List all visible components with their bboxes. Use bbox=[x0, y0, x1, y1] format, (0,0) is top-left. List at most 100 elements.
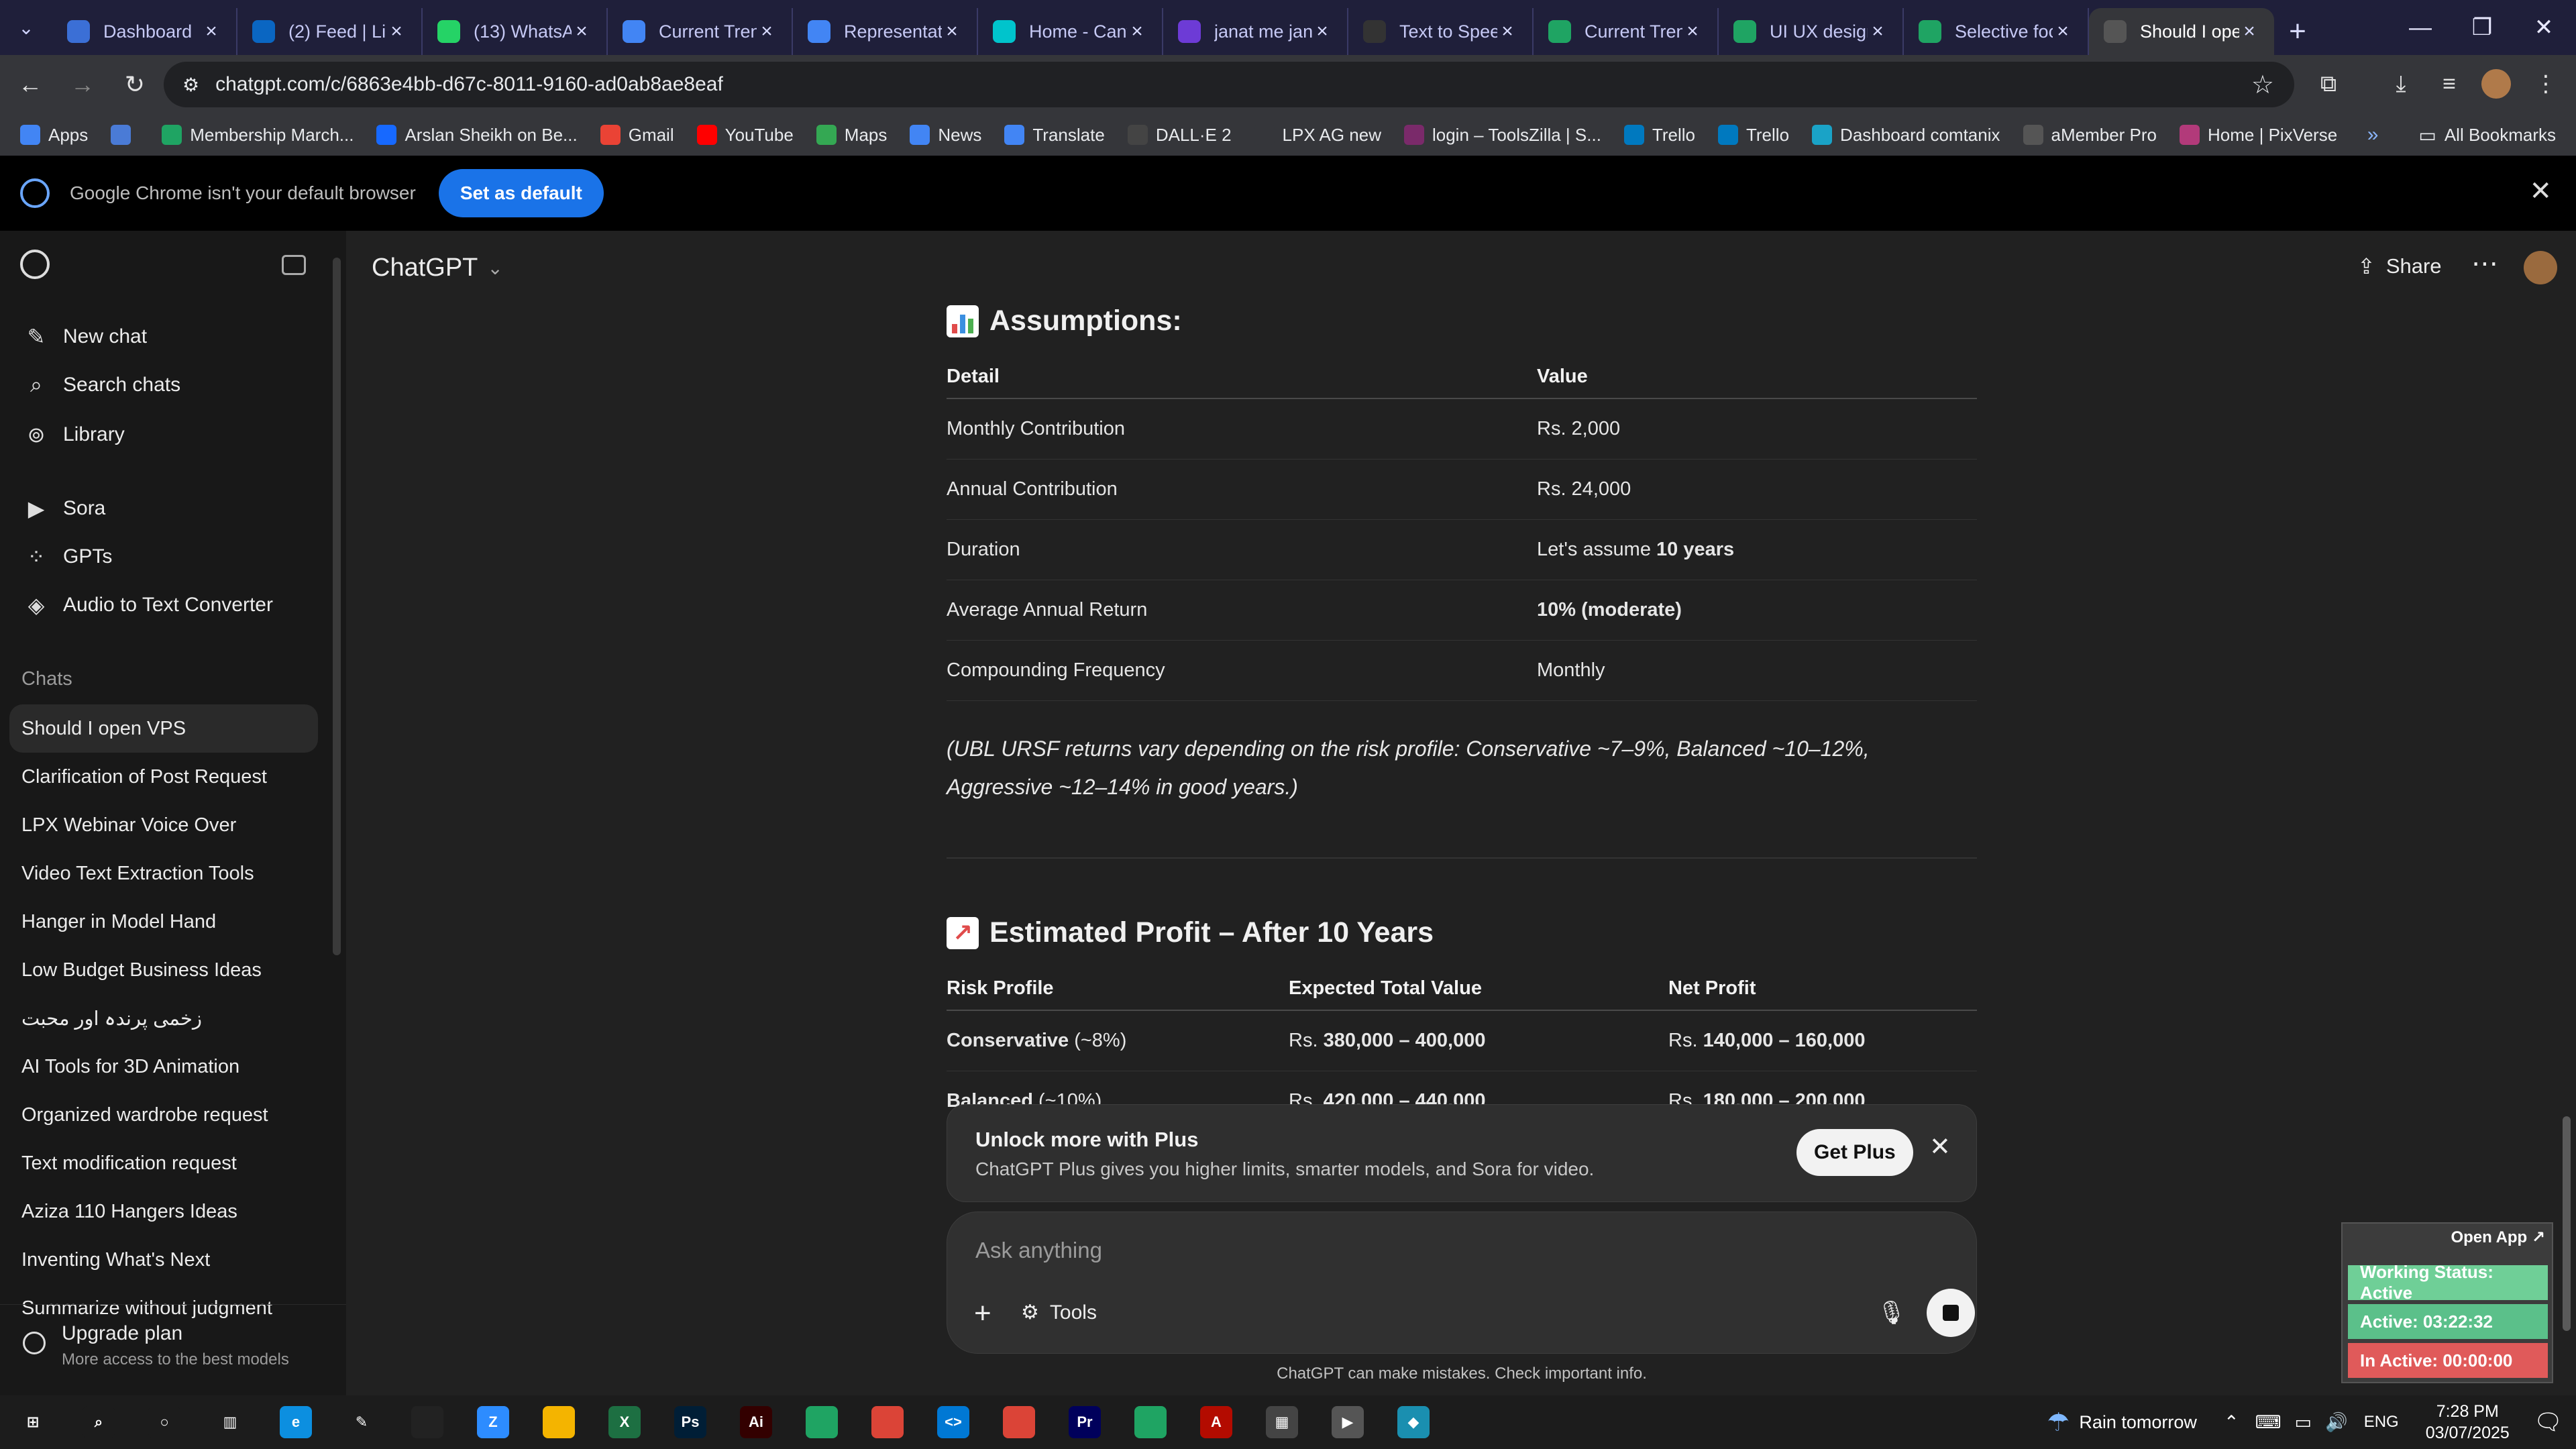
reload-button[interactable]: ↻ bbox=[113, 62, 157, 107]
bookmark-item[interactable]: DALL·E 2 bbox=[1127, 125, 1232, 146]
more-bookmarks-icon[interactable]: » bbox=[2367, 123, 2379, 146]
address-bar[interactable]: ⚙ chatgpt.com/c/6863e4bb-d67c-8011-9160-… bbox=[164, 62, 2294, 107]
taskbar-app-button[interactable]: e bbox=[263, 1395, 329, 1449]
tab[interactable]: Dashboard × bbox=[52, 8, 237, 55]
extensions-button[interactable]: ⧉ bbox=[2308, 63, 2349, 105]
chat-history-item[interactable]: Video Text Extraction Tools bbox=[9, 849, 318, 898]
sidebar-new-chat-button[interactable]: ✎ New chat bbox=[9, 313, 318, 361]
chat-history-item[interactable]: Hanger in Model Hand bbox=[9, 898, 318, 946]
taskbar-app-button[interactable]: <> bbox=[920, 1395, 986, 1449]
sidebar-search-button[interactable]: ⌕ Search chats bbox=[9, 361, 318, 409]
sidebar-app-item[interactable]: ▶ Sora bbox=[9, 484, 318, 533]
attach-button[interactable]: + bbox=[974, 1297, 991, 1330]
notifications-icon[interactable]: 🗨 bbox=[2534, 1409, 2563, 1436]
openai-logo-icon[interactable] bbox=[20, 250, 50, 279]
tab-close-icon[interactable]: × bbox=[2053, 20, 2073, 43]
bookmark-item[interactable]: Apps bbox=[20, 125, 88, 146]
chat-history-item[interactable]: Clarification of Post Request bbox=[9, 753, 318, 801]
bookmark-item[interactable]: Home | PixVerse bbox=[2180, 125, 2337, 146]
tab-close-icon[interactable]: × bbox=[1868, 20, 1888, 43]
model-selector[interactable]: ChatGPT ⌄ bbox=[372, 254, 503, 282]
media-button[interactable]: ≡ bbox=[2428, 63, 2470, 105]
tab-close-icon[interactable]: × bbox=[1497, 20, 1517, 43]
taskbar-app-button[interactable] bbox=[789, 1395, 855, 1449]
chat-scrollbar[interactable] bbox=[2563, 1116, 2571, 1331]
sidebar-scrollbar[interactable] bbox=[333, 258, 341, 955]
tab[interactable]: Should I open× bbox=[2089, 8, 2274, 55]
taskbar-app-button[interactable]: ⌕ bbox=[66, 1395, 131, 1449]
taskbar-app-button[interactable]: ▶ bbox=[1315, 1395, 1381, 1449]
upgrade-plan-button[interactable]: Upgrade plan More access to the best mod… bbox=[0, 1304, 346, 1395]
tab[interactable]: Selective focus× bbox=[1904, 8, 2089, 55]
chat-history-item[interactable]: AI Tools for 3D Animation bbox=[9, 1042, 318, 1091]
bookmark-item[interactable]: Maps bbox=[816, 125, 887, 146]
forward-button[interactable]: → bbox=[60, 62, 105, 107]
tab[interactable]: Representation× bbox=[793, 8, 978, 55]
tab-close-icon[interactable]: × bbox=[1127, 20, 1147, 43]
network-icon[interactable]: ⌨ bbox=[2255, 1412, 2282, 1433]
tab-close-icon[interactable]: × bbox=[386, 20, 407, 43]
bookmark-item[interactable]: Translate bbox=[1004, 125, 1105, 146]
tab-close-icon[interactable]: × bbox=[757, 20, 777, 43]
stop-generating-button[interactable] bbox=[1927, 1289, 1975, 1337]
taskbar-app-button[interactable]: Ps bbox=[657, 1395, 723, 1449]
taskbar-app-button[interactable]: A bbox=[1183, 1395, 1249, 1449]
minimize-button[interactable]: — bbox=[2390, 0, 2451, 55]
tab[interactable]: Current Trends× bbox=[608, 8, 793, 55]
close-upsell-icon[interactable]: ✕ bbox=[1929, 1132, 1951, 1162]
weather-icon[interactable]: ☂ bbox=[2047, 1407, 2070, 1438]
back-button[interactable]: ← bbox=[8, 62, 52, 107]
taskbar-app-button[interactable] bbox=[986, 1395, 1052, 1449]
tab[interactable]: UI UX design × bbox=[1719, 8, 1904, 55]
tab-search-button[interactable]: ⌄ bbox=[0, 0, 52, 55]
taskbar-app-button[interactable]: ◆ bbox=[1381, 1395, 1446, 1449]
chat-history-item[interactable]: Aziza 110 Hangers Ideas bbox=[9, 1187, 318, 1236]
chat-history-item[interactable]: Organized wardrobe request bbox=[9, 1091, 318, 1139]
all-bookmarks-link[interactable]: All Bookmarks bbox=[2445, 125, 2556, 146]
chat-history-item[interactable]: Low Budget Business Ideas bbox=[9, 946, 318, 994]
taskbar-app-button[interactable] bbox=[526, 1395, 592, 1449]
tab[interactable]: janat me jane × bbox=[1163, 8, 1348, 55]
close-window-button[interactable]: ✕ bbox=[2513, 0, 2575, 55]
sidebar-app-item[interactable]: ⁘ GPTs bbox=[9, 533, 318, 581]
bookmark-item[interactable]: Trello bbox=[1623, 125, 1695, 146]
microphone-icon[interactable]: 🎙 bbox=[1877, 1299, 1906, 1326]
bookmark-item[interactable]: Gmail bbox=[600, 125, 674, 146]
site-info-icon[interactable]: ⚙ bbox=[182, 74, 199, 96]
bookmark-item[interactable]: Dashboard comtanix bbox=[1812, 125, 2000, 146]
bookmark-item[interactable]: YouTube bbox=[696, 125, 794, 146]
infobar-close-icon[interactable]: ✕ bbox=[2529, 176, 2552, 207]
more-options-icon[interactable]: ⋯ bbox=[2471, 248, 2498, 279]
bookmark-item[interactable]: News bbox=[910, 125, 981, 146]
bookmark-item[interactable]: Arslan Sheikh on Be... bbox=[376, 125, 578, 146]
tab-close-icon[interactable]: × bbox=[1312, 20, 1332, 43]
tab[interactable]: Text to Speech× bbox=[1348, 8, 1534, 55]
wifi-icon[interactable]: ▭ bbox=[2295, 1412, 2312, 1433]
downloads-button[interactable]: ⤓ bbox=[2380, 63, 2422, 105]
taskbar-app-button[interactable]: Ai bbox=[723, 1395, 789, 1449]
tray-chevron-icon[interactable]: ⌃ bbox=[2224, 1412, 2239, 1433]
tab[interactable]: (13) WhatsApp× bbox=[423, 8, 608, 55]
tab-close-icon[interactable]: × bbox=[1682, 20, 1703, 43]
new-tab-button[interactable]: + bbox=[2274, 8, 2321, 55]
tab-close-icon[interactable]: × bbox=[572, 20, 592, 43]
taskbar-app-button[interactable] bbox=[1118, 1395, 1183, 1449]
tab-close-icon[interactable]: × bbox=[201, 20, 221, 43]
taskbar-app-button[interactable]: ▦ bbox=[1249, 1395, 1315, 1449]
sidebar-library-button[interactable]: ⊚ Library bbox=[9, 411, 318, 459]
restore-button[interactable]: ❐ bbox=[2451, 0, 2513, 55]
close-sidebar-icon[interactable] bbox=[282, 255, 306, 275]
bookmark-item[interactable]: Membership March... bbox=[162, 125, 354, 146]
bookmark-item[interactable]: login – ToolsZilla | S... bbox=[1403, 125, 1601, 146]
taskbar-app-button[interactable]: ▥ bbox=[197, 1395, 263, 1449]
weather-text[interactable]: Rain tomorrow bbox=[2079, 1412, 2197, 1433]
taskbar-app-button[interactable]: Pr bbox=[1052, 1395, 1118, 1449]
chat-history-item[interactable]: LPX Webinar Voice Over bbox=[9, 801, 318, 849]
avatar[interactable] bbox=[2524, 251, 2557, 284]
chrome-menu-button[interactable]: ⋮ bbox=[2525, 63, 2567, 105]
open-app-link[interactable]: Open App ↗ bbox=[2451, 1228, 2545, 1247]
set-as-default-button[interactable]: Set as default bbox=[438, 169, 604, 217]
bookmark-item[interactable]: aMember Pro bbox=[2023, 125, 2157, 146]
chat-history-item[interactable]: Should I open VPS bbox=[9, 704, 318, 753]
share-button[interactable]: ⇪ Share bbox=[2357, 254, 2442, 279]
